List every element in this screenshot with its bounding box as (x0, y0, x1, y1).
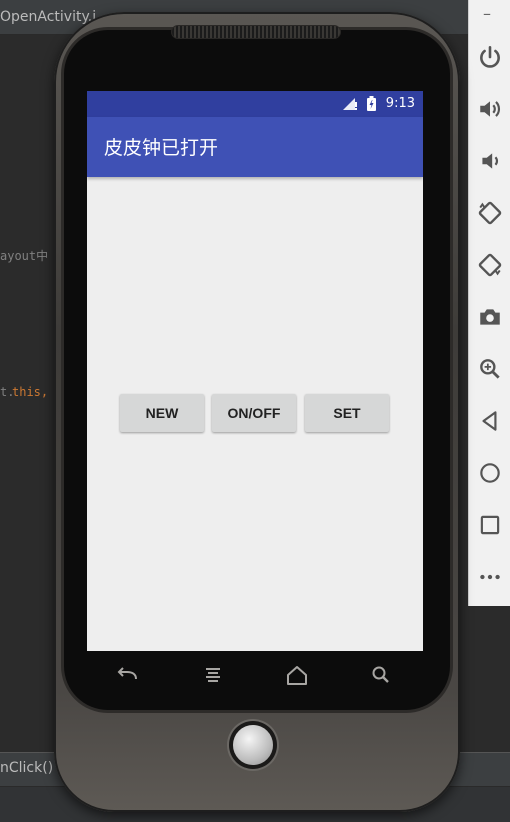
emulator-toolbar: – (468, 0, 510, 606)
camera-icon (480, 309, 500, 325)
physical-home-button[interactable] (233, 725, 273, 765)
home-nav-button[interactable] (469, 453, 510, 493)
volume-up-icon (480, 101, 500, 117)
overview-icon (480, 515, 500, 535)
search-icon[interactable] (367, 663, 395, 687)
code-keyword-this: this, (12, 385, 49, 399)
volume-down-icon (482, 153, 498, 169)
home-outline-icon[interactable] (283, 663, 311, 687)
back-arrow-icon[interactable] (114, 663, 142, 687)
screenshot-button[interactable] (469, 297, 510, 337)
more-icon (480, 574, 500, 580)
volume-up-button[interactable] (469, 89, 510, 129)
more-button[interactable] (469, 557, 510, 597)
battery-icon (367, 96, 376, 111)
power-button[interactable] (469, 37, 510, 77)
rotate-right-icon (478, 253, 502, 277)
method-breadcrumb[interactable]: nClick() (0, 760, 53, 776)
menu-icon[interactable] (199, 663, 227, 687)
rotate-right-button[interactable] (469, 245, 510, 285)
rotate-left-button[interactable] (469, 193, 510, 233)
back-button[interactable] (469, 401, 510, 441)
set-button[interactable]: SET (305, 394, 389, 432)
status-bar: 9:13 (87, 91, 423, 117)
zoom-button[interactable] (469, 349, 510, 389)
hardware-nav-bar (87, 651, 423, 701)
zoom-icon (480, 359, 500, 379)
back-icon (482, 411, 497, 431)
home-icon (480, 463, 500, 483)
code-comment-fragment: ayout中 (0, 249, 49, 263)
overview-button[interactable] (469, 505, 510, 545)
minimize-button[interactable]: – (483, 4, 491, 23)
rotate-left-icon (478, 201, 502, 225)
on-off-button[interactable]: ON/OFF (212, 394, 296, 432)
new-button[interactable]: NEW (120, 394, 204, 432)
app-title: 皮皮钟已打开 (104, 137, 219, 159)
app-bar: 皮皮钟已打开 (87, 117, 423, 177)
signal-icon (343, 98, 357, 110)
speaker-grille (171, 25, 341, 39)
power-icon (480, 45, 500, 68)
volume-down-button[interactable] (469, 141, 510, 181)
phone-screen: 9:13 皮皮钟已打开 NEW ON/OFF SET (87, 91, 423, 651)
status-time: 9:13 (385, 96, 415, 111)
